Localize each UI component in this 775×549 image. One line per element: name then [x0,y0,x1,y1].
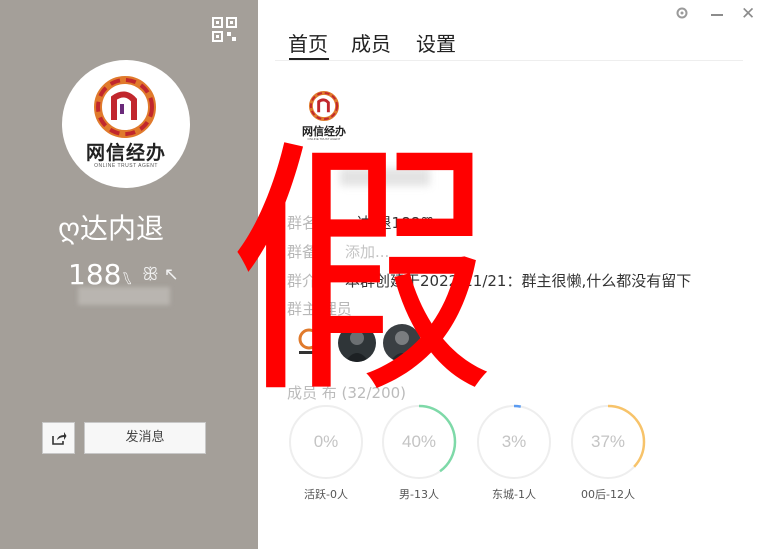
distribution-ring: 37% [569,403,647,481]
logo-text: 网信经办 [85,142,166,164]
ring-caption: 东城-1人 [492,488,536,501]
logo-subtext: ONLINE TRUST AGENT [94,163,158,169]
name-decoration: ꕥ ↖ [142,264,179,284]
blurred-id [78,287,170,305]
logo-mark-icon [94,76,156,138]
tab-home[interactable]: 首页 [288,28,328,57]
ring-caption: 00后-12人 [581,488,635,501]
close-icon[interactable]: ✕ [741,4,755,24]
minimize-icon[interactable] [711,14,723,16]
ring-percent: 37% [590,432,626,451]
fake-watermark: 假 [228,118,496,430]
tab-members[interactable]: 成员 [351,28,391,57]
ring-caption: 活跃-0人 [304,488,348,501]
group-name: ღ达内退 [58,212,165,245]
tab-divider [275,60,743,61]
settings-icon[interactable] [675,6,689,20]
share-icon [52,432,67,445]
qr-code-icon[interactable] [212,17,237,42]
ring-caption: 男-13人 [399,488,439,501]
send-message-button[interactable]: 发消息 [84,422,206,454]
tab-settings[interactable]: 设置 [416,28,456,57]
profile-panel: 网信经办 ONLINE TRUST AGENT ღ达内退 188𓏯 ꕥ ↖ 发消… [0,0,258,549]
share-button[interactable] [42,422,75,454]
group-avatar[interactable]: 网信经办 ONLINE TRUST AGENT [62,60,190,188]
